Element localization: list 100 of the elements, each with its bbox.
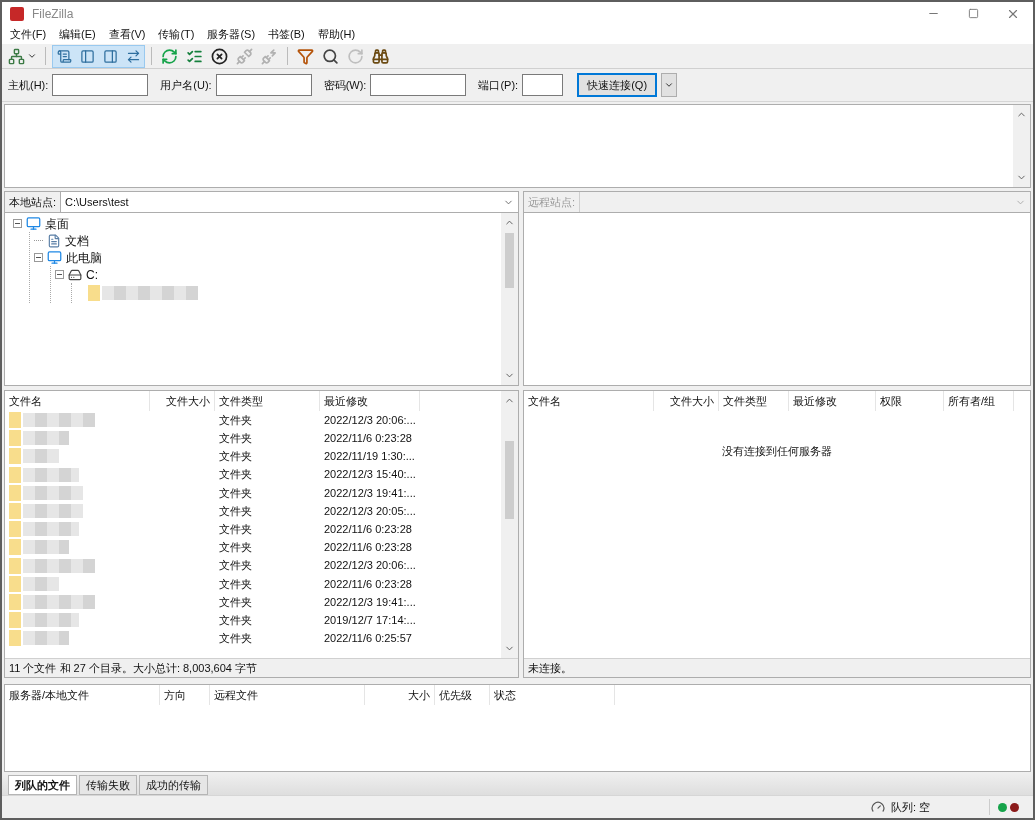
queue-status: 队列: 空 xyxy=(891,799,932,815)
tab[interactable]: 成功的传输 xyxy=(139,775,208,795)
column-header[interactable]: 最近修改 xyxy=(320,391,420,411)
plug-icon xyxy=(261,47,278,65)
menu-item[interactable]: 服务器(S) xyxy=(207,26,256,43)
menu-item[interactable]: 书签(B) xyxy=(268,26,305,43)
tree-item[interactable]: 文档 xyxy=(65,231,89,250)
table-cell-text: 2022/11/19 1:30:... xyxy=(323,449,416,465)
column-header[interactable]: 优先级 xyxy=(435,685,490,705)
monitor-icon xyxy=(47,250,62,265)
column-header[interactable]: 文件大小 xyxy=(150,391,215,411)
table-cell-text: 2022/12/3 20:06:... xyxy=(323,558,417,574)
drive-icon xyxy=(68,267,82,282)
table-cell-text: 文件夹 xyxy=(218,412,253,428)
binoculars-icon xyxy=(372,47,389,65)
column-header[interactable]: 文件类型 xyxy=(719,391,789,411)
network-icon xyxy=(8,47,25,65)
table-cell-text: 文件夹 xyxy=(218,631,253,647)
menu-item[interactable]: 文件(F) xyxy=(10,26,47,43)
refresh-icon xyxy=(161,47,178,65)
column-header[interactable]: 所有者/组 xyxy=(944,391,1014,411)
sync-icon xyxy=(347,47,364,65)
table-cell-text: 文件夹 xyxy=(218,449,253,465)
column-header[interactable]: 大小 xyxy=(365,685,435,705)
scroll-thumb[interactable] xyxy=(505,441,514,519)
input-field[interactable] xyxy=(370,74,467,96)
filter-icon xyxy=(297,47,314,65)
tree-item[interactable]: 桌面 xyxy=(45,214,69,233)
column-header[interactable]: 文件大小 xyxy=(654,391,719,411)
table-cell-text: 2022/11/6 0:23:28 xyxy=(323,540,413,556)
column-header[interactable]: 最近修改 xyxy=(789,391,876,411)
arrows-icon xyxy=(125,48,141,64)
menu-item[interactable]: 帮助(H) xyxy=(317,26,356,43)
menu-item[interactable]: 编辑(E) xyxy=(59,26,96,43)
caret-icon xyxy=(664,80,675,90)
field-label: 端口(P): xyxy=(478,77,519,93)
table-cell-text: 2022/11/6 0:23:28 xyxy=(323,576,413,592)
field-label: 用户名(U): xyxy=(160,77,212,93)
magnifier-icon xyxy=(322,47,339,65)
field-label: 密码(W): xyxy=(323,77,367,93)
status-light-icon xyxy=(998,802,1007,812)
input-field[interactable] xyxy=(52,74,149,96)
dropdown-button[interactable] xyxy=(661,73,678,97)
maximize-icon xyxy=(967,8,979,19)
table-cell-text: 文件夹 xyxy=(218,503,253,519)
plug-icon xyxy=(236,47,253,65)
column-header[interactable]: 文件名 xyxy=(524,391,654,411)
speed-icon xyxy=(871,800,885,814)
path-field[interactable]: C:\Users\test xyxy=(60,192,518,212)
table-cell-text: 2022/12/3 20:05:... xyxy=(323,503,417,519)
table-cell-text: 文件夹 xyxy=(218,612,253,628)
scrollbar[interactable] xyxy=(501,391,518,658)
status-light-icon xyxy=(1010,802,1019,812)
table-cell-text: 文件夹 xyxy=(218,594,253,610)
tree-item[interactable]: 此电脑 xyxy=(66,248,102,267)
left-panel-icon xyxy=(79,48,95,64)
table-cell-text: 2022/12/3 19:41:... xyxy=(323,594,417,610)
tree-item[interactable]: C: xyxy=(86,265,98,284)
app-logo-icon xyxy=(10,6,24,21)
column-header[interactable]: 文件类型 xyxy=(215,391,320,411)
collapse-toggle[interactable] xyxy=(55,270,64,279)
table-cell-text: 文件夹 xyxy=(218,431,253,447)
column-header[interactable]: 方向 xyxy=(160,685,210,705)
site-label: 远程站点: xyxy=(527,194,577,210)
collapse-toggle[interactable] xyxy=(34,253,43,262)
right-panel-icon xyxy=(102,48,118,64)
column-header[interactable]: 文件名 xyxy=(5,391,150,411)
table-cell-text: 2022/12/3 20:06:... xyxy=(323,412,417,428)
input-field[interactable] xyxy=(522,74,564,96)
column-header[interactable]: 状态 xyxy=(490,685,615,705)
table-cell-text: 2022/12/3 15:40:... xyxy=(323,467,417,483)
table-cell-text: 文件夹 xyxy=(218,540,253,556)
cancel-icon xyxy=(211,47,228,65)
column-header[interactable]: 权限 xyxy=(876,391,944,411)
quickconnect-button[interactable]: 快速连接(Q) xyxy=(577,73,658,97)
column-header[interactable]: 服务器/本地文件 xyxy=(5,685,160,705)
column-header[interactable]: 远程文件 xyxy=(210,685,365,705)
scrollbar[interactable] xyxy=(501,213,518,385)
caret-icon xyxy=(27,51,37,61)
tab[interactable]: 列队的文件 xyxy=(8,775,77,795)
scroll-thumb[interactable] xyxy=(505,233,514,288)
menu-item[interactable]: 查看(V) xyxy=(108,26,146,43)
table-cell-text: 文件夹 xyxy=(218,576,253,592)
input-field[interactable] xyxy=(215,74,312,96)
table-cell-text: 文件夹 xyxy=(218,558,253,574)
tab[interactable]: 传输失败 xyxy=(79,775,137,795)
table-cell-text: 2022/11/6 0:25:57 xyxy=(323,631,413,647)
table-cell-text: 2022/11/6 0:23:28 xyxy=(323,521,413,537)
site-label: 本地站点: xyxy=(8,194,58,210)
table-cell-text: 2022/12/3 19:41:... xyxy=(323,485,417,501)
empty-message: 没有连接到任何服务器 xyxy=(722,444,832,459)
table-cell-text: 文件夹 xyxy=(218,521,253,537)
table-cell-text: 2022/11/6 0:23:28 xyxy=(323,431,413,447)
monitor-icon xyxy=(26,216,41,231)
menu-item[interactable]: 传输(T) xyxy=(158,26,195,43)
status-text: 11 个文件 和 27 个目录。大小总计: 8,003,604 字节 xyxy=(9,660,257,676)
collapse-toggle[interactable] xyxy=(13,219,22,228)
status-text: 未连接。 xyxy=(528,660,572,676)
log-icon xyxy=(56,48,72,64)
scrollbar[interactable] xyxy=(1013,105,1030,187)
